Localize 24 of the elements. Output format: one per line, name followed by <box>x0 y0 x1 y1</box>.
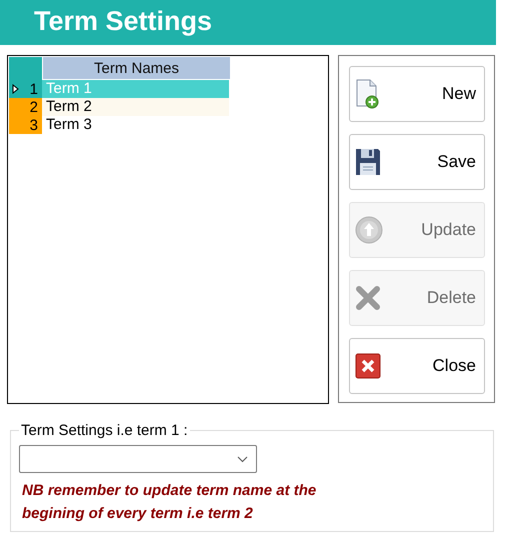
cross-icon <box>355 285 381 311</box>
group-label: Term Settings i.e term 1 : <box>20 422 189 439</box>
term-dropdown[interactable] <box>19 445 257 473</box>
grid-corner <box>9 57 42 80</box>
window-title: Term Settings <box>34 5 212 38</box>
row-header: 2 <box>9 98 42 116</box>
chevron-down-icon <box>237 456 248 462</box>
table-cell-text: Term 3 <box>45 116 93 134</box>
row-header: 3 <box>9 116 42 134</box>
current-row-icon <box>12 84 19 94</box>
note-text: NB remember to update term name at the begining of every term i.e term 2 <box>22 481 318 524</box>
grid-row[interactable]: 1 Term 1 <box>9 80 327 98</box>
close-icon <box>355 353 381 379</box>
new-button[interactable]: New <box>349 66 485 122</box>
grid-row[interactable]: 3 Term 3 <box>9 116 327 134</box>
column-header: Term Names <box>42 57 230 80</box>
new-document-icon <box>355 79 381 109</box>
grid-row[interactable]: 2 Term 2 <box>9 98 327 116</box>
save-button[interactable]: Save <box>349 134 485 190</box>
table-cell: Term 2 <box>42 98 229 116</box>
table-cell: Term 1 <box>42 80 229 98</box>
row-header: 1 <box>9 80 42 98</box>
close-button[interactable]: Close <box>349 338 485 394</box>
up-arrow-circle-icon <box>355 216 383 244</box>
